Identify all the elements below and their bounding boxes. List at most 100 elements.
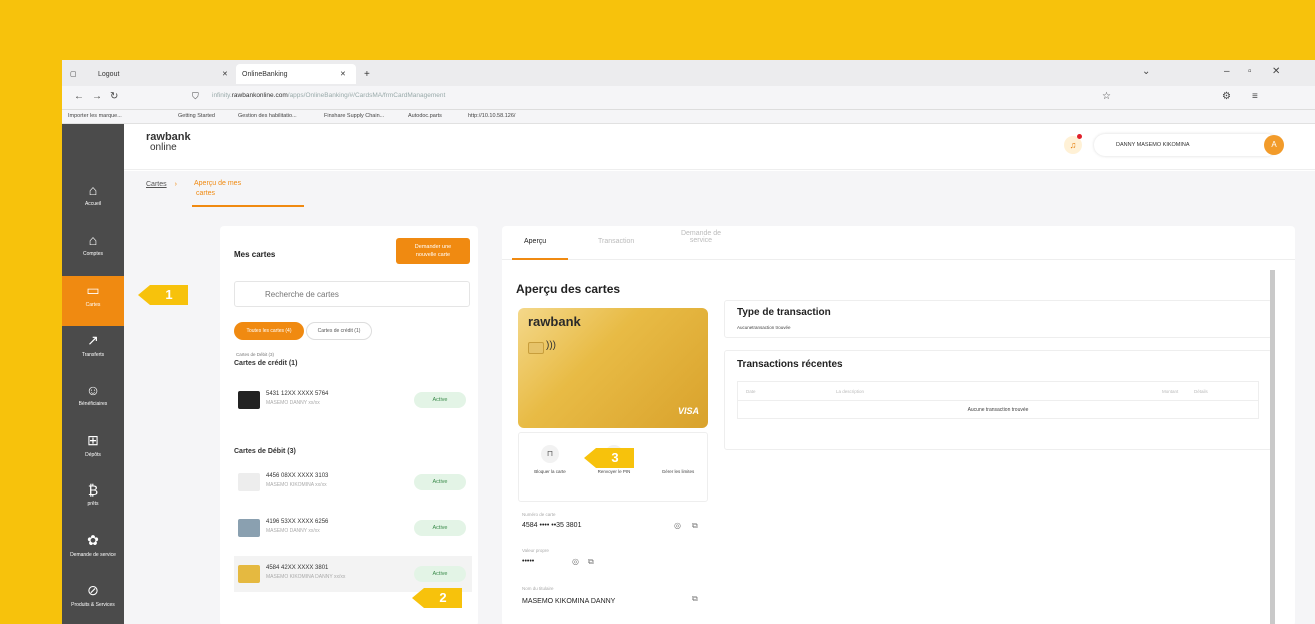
card-search-input[interactable] xyxy=(234,281,470,307)
card-number: 4584 42XX XXXX 3801 xyxy=(266,565,329,571)
new-tab-icon[interactable]: + xyxy=(364,64,370,84)
url-path: /apps/OnlineBanking/#/CardsMA/frmCardMan… xyxy=(287,92,446,99)
sidebar-item-beneficiaires[interactable]: ☺ Bénéficiaires xyxy=(62,376,124,426)
home-icon: ⌂ xyxy=(88,182,98,198)
sidebar-item-cartes[interactable]: ▭ Cartes xyxy=(62,276,124,326)
card-row[interactable]: 5431 12XX XXXX 5764 MASEMO DANNY xx/xx A… xyxy=(234,382,472,418)
eye-icon[interactable]: ◎ xyxy=(572,557,579,566)
sidebar-item-prets[interactable]: ₿ prêts xyxy=(62,476,124,526)
people-icon: ☺ xyxy=(85,382,101,398)
tab-close-icon[interactable]: ✕ xyxy=(340,64,346,84)
card-thumbnail-icon xyxy=(238,519,260,537)
limits-icon[interactable] xyxy=(669,445,687,463)
gold-card-thumbnail-icon xyxy=(238,565,260,583)
shield-icon[interactable]: ⛉ xyxy=(192,91,199,102)
card-number: 4456 08XX XXXX 3103 xyxy=(266,473,329,479)
visa-logo: VISA xyxy=(678,406,700,416)
bookmark-item[interactable]: Getting Started xyxy=(178,113,215,119)
reload-icon[interactable]: ↻ xyxy=(110,91,118,102)
copy-icon[interactable]: ⧉ xyxy=(692,594,698,604)
copy-icon[interactable]: ⧉ xyxy=(692,521,698,531)
contactless-icon: ))) xyxy=(546,340,556,351)
col-description: La description xyxy=(836,389,865,394)
card-visual: rawbank ))) VISA xyxy=(518,308,708,428)
breadcrumb-cartes[interactable]: Cartes xyxy=(146,181,167,188)
user-name: DANNY MASEMO KIKOMINA xyxy=(1116,142,1190,148)
callout-1: 1 xyxy=(138,285,188,305)
bookmark-item[interactable]: Finshare Supply Chain... xyxy=(324,113,384,119)
callout-3: 3 xyxy=(584,448,634,468)
tab-list-icon[interactable]: ⌄ xyxy=(1142,66,1150,77)
sidebar-item-produits[interactable]: ⊘ Produits & Services xyxy=(62,576,124,624)
sidebar-item-transferts[interactable]: ↗ Transferts xyxy=(62,326,124,376)
url-domain: rawbankonline.com xyxy=(231,92,288,99)
card-row[interactable]: 4456 08XX XXXX 3103 MASEMO KIKOMINA xx/x… xyxy=(234,464,472,500)
bank-icon: ⌂ xyxy=(88,232,98,248)
extensions-icon[interactable]: ⚙ xyxy=(1222,91,1231,102)
sidebar-item-label: Bénéficiaires xyxy=(78,401,108,407)
block-card-label[interactable]: Bloquer la carte xyxy=(530,469,570,474)
tab-apercu[interactable]: Aperçu xyxy=(524,238,546,245)
card-holder: MASEMO DANNY xx/xx xyxy=(266,400,320,406)
card-row[interactable]: 4196 53XX XXXX 6256 MASEMO DANNY xx/xx A… xyxy=(234,510,472,546)
tab-close-icon[interactable]: ✕ xyxy=(222,64,228,84)
url-prefix: infinity. xyxy=(212,92,232,99)
holder-label: Nom du titulaire xyxy=(522,586,554,591)
tab-logout[interactable]: Logout xyxy=(98,64,119,84)
manage-limits-label[interactable]: Gérer les limites xyxy=(658,469,698,474)
app-header: rawbank online ♫ DANNY MASEMO KIKOMINA A xyxy=(124,124,1315,170)
bookmark-star-icon[interactable]: ☆ xyxy=(1102,91,1111,102)
card-thumbnail-icon xyxy=(238,473,260,491)
recent-transactions-title: Transactions récentes xyxy=(737,359,843,370)
tab-onlinebanking[interactable]: OnlineBanking xyxy=(236,64,356,84)
menu-icon[interactable]: ≡ xyxy=(1252,91,1258,102)
back-icon[interactable]: ← xyxy=(74,91,84,102)
sidebar-item-comptes[interactable]: ⌂ Comptes xyxy=(62,226,124,276)
transaction-type-empty: Aucunetransaction trouvée xyxy=(737,325,791,330)
sidebar-item-demande-service[interactable]: ✿ Demande de service xyxy=(62,526,124,576)
detail-tabs: Aperçu Transaction Demande de service xyxy=(502,226,1295,260)
my-cards-panel: Mes cartes Demander une nouvelle carte To… xyxy=(220,226,478,624)
sidebar: ⌂ Accueil ⌂ Comptes ▭ Cartes ↗ Transferts ☺ B… xyxy=(62,124,124,624)
cvv-label: Valeur propre xyxy=(522,548,549,553)
sidebar-item-label: Accueil xyxy=(84,201,102,207)
tab-bar: ▢ Logout ✕ OnlineBanking ✕ + ⌄ – ▫ ✕ xyxy=(62,60,1315,86)
tab-demande-service[interactable]: Demande de service xyxy=(678,230,724,244)
forward-icon[interactable]: → xyxy=(92,91,102,102)
status-badge: Active xyxy=(414,520,466,536)
bookmark-item[interactable]: Importer les marque... xyxy=(68,113,122,119)
bookmark-item[interactable]: Gestion des habilitatio... xyxy=(238,113,297,119)
filter-all-cards[interactable]: Toutes les cartes (4) xyxy=(234,322,304,340)
button-label-line2: nouvelle carte xyxy=(415,252,451,258)
lock-icon[interactable]: ⊓ xyxy=(541,445,559,463)
tab-transaction[interactable]: Transaction xyxy=(598,238,634,245)
products-icon: ⊘ xyxy=(87,582,99,598)
scrollbar[interactable] xyxy=(1270,270,1275,624)
sidebar-item-depots[interactable]: ⊞ Dépôts xyxy=(62,426,124,476)
url-field[interactable]: infinity.rawbankonline.com/apps/OnlineBa… xyxy=(212,92,445,99)
minimize-icon[interactable]: – xyxy=(1224,66,1230,77)
user-menu[interactable]: DANNY MASEMO KIKOMINA xyxy=(1094,134,1278,156)
close-window-icon[interactable]: ✕ xyxy=(1272,66,1280,77)
bookmark-item[interactable]: http://10.10.58.126/ xyxy=(468,113,515,119)
address-bar: ← → ↻ ⛉ infinity.rawbankonline.com/apps/… xyxy=(62,86,1315,110)
maximize-icon[interactable]: ▫ xyxy=(1248,66,1252,77)
rawbank-logo[interactable]: rawbank online xyxy=(146,132,191,153)
card-row-selected[interactable]: 4584 42XX XXXX 3801 MASEMO KIKOMINA DANN… xyxy=(234,556,472,592)
sidebar-item-label: Produits & Services xyxy=(71,602,115,608)
loan-icon: ₿ xyxy=(87,482,99,498)
eye-icon[interactable]: ◎ xyxy=(674,521,681,530)
request-new-card-button[interactable]: Demander une nouvelle carte xyxy=(396,238,470,264)
avatar[interactable]: A xyxy=(1264,135,1284,155)
sidebar-item-accueil[interactable]: ⌂ Accueil xyxy=(62,176,124,226)
resend-pin-label[interactable]: Renvoyer le PIN xyxy=(594,469,634,474)
card-icon: ▭ xyxy=(86,282,100,298)
tab-overview-icon[interactable]: ▢ xyxy=(70,64,77,84)
card-number-label: Numéro de carte xyxy=(522,512,556,517)
col-details: Détails xyxy=(1194,389,1208,394)
copy-icon[interactable]: ⧉ xyxy=(588,557,594,567)
bookmark-item[interactable]: Autodoc.parts xyxy=(408,113,442,119)
bookmarks-bar: Importer les marque... Getting Started G… xyxy=(62,110,1315,124)
debit-count-note: Cartes de Débit (3) xyxy=(236,352,275,357)
filter-credit-cards[interactable]: Cartes de crédit (1) xyxy=(306,322,372,340)
